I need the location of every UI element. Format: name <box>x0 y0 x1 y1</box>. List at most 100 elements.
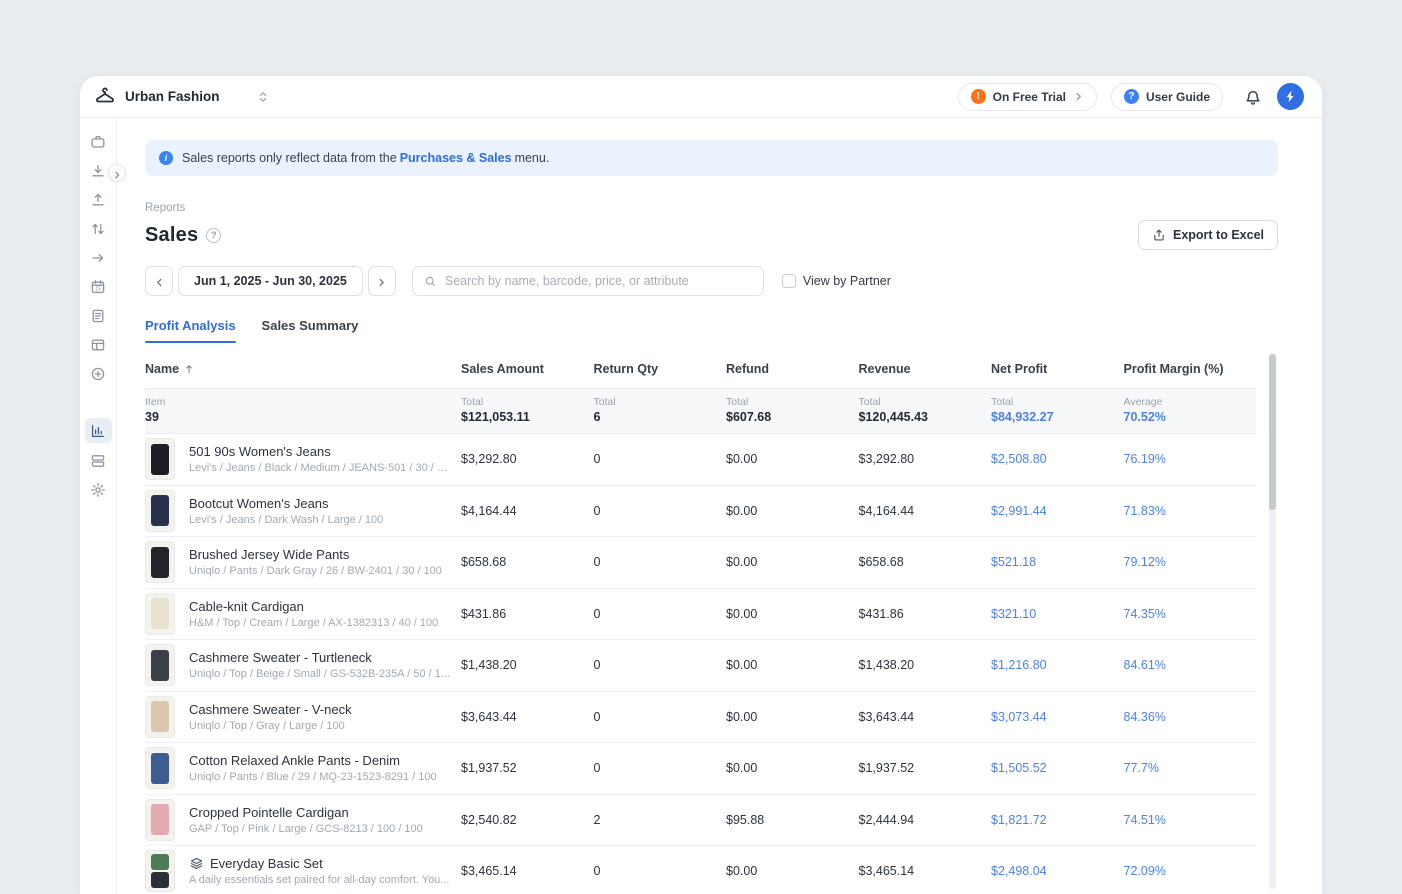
free-trial-badge[interactable]: ! On Free Trial <box>958 83 1097 111</box>
tab-sales-summary[interactable]: Sales Summary <box>262 318 359 343</box>
product-thumbnail <box>145 696 175 738</box>
column-header-net-profit[interactable]: Net Profit <box>991 362 1124 376</box>
chevron-left-icon <box>154 276 165 287</box>
cell-refund: $0.00 <box>726 504 859 518</box>
cell-refund: $0.00 <box>726 452 859 466</box>
notifications-bell-icon[interactable] <box>1243 87 1263 107</box>
bundle-icon <box>189 856 204 871</box>
app-logo-icon <box>94 86 116 108</box>
date-next-button[interactable] <box>368 266 396 296</box>
product-cell: Everyday Basic SetA daily essentials set… <box>145 850 461 892</box>
sidebar-item-table[interactable] <box>86 334 110 356</box>
transfer-icon <box>90 221 106 237</box>
table-header: NameSales AmountReturn QtyRefundRevenueN… <box>145 351 1256 389</box>
cell-return-qty: 0 <box>594 761 727 775</box>
product-thumbnail <box>145 438 175 480</box>
rows-icon <box>90 453 106 469</box>
table-row[interactable]: Everyday Basic SetA daily essentials set… <box>145 846 1256 894</box>
cell-return-qty: 0 <box>594 658 727 672</box>
sidebar-item-calendar[interactable]: 15 <box>86 276 110 298</box>
cell-sales-amount: $1,937.52 <box>461 761 594 775</box>
sidebar-item-document[interactable] <box>86 305 110 327</box>
sidebar-expand-button[interactable] <box>108 164 126 182</box>
cell-net-profit: $1,216.80 <box>991 658 1124 672</box>
summary-cell: Total$121,053.11 <box>461 396 594 424</box>
product-name: Brushed Jersey Wide Pants <box>189 547 349 562</box>
date-prev-button[interactable] <box>145 266 173 296</box>
cell-profit-margin: 84.36% <box>1124 710 1257 724</box>
product-cell: Cable-knit CardiganH&M / Top / Cream / L… <box>145 593 461 635</box>
table-row[interactable]: Cashmere Sweater - TurtleneckUniqlo / To… <box>145 640 1256 692</box>
summary-cell: Total6 <box>594 396 727 424</box>
product-subtitle: H&M / Top / Cream / Large / AX-1382313 /… <box>189 617 438 629</box>
user-guide-label: User Guide <box>1146 90 1210 104</box>
sidebar-item-upload[interactable] <box>86 189 110 211</box>
sidebar-item-briefcase[interactable] <box>86 131 110 153</box>
column-header-name[interactable]: Name <box>145 362 461 376</box>
column-header-return-qty[interactable]: Return Qty <box>594 362 727 376</box>
export-to-excel-button[interactable]: Export to Excel <box>1138 220 1278 250</box>
date-range-picker[interactable]: Jun 1, 2025 - Jun 30, 2025 <box>178 266 363 296</box>
sidebar-item-bar-chart[interactable] <box>85 418 112 443</box>
cell-return-qty: 2 <box>594 813 727 827</box>
app-window: Urban Fashion ! On Free Trial ? User Gui… <box>80 76 1322 894</box>
cell-profit-margin: 74.51% <box>1124 813 1257 827</box>
product-subtitle: GAP / Top / Pink / Large / GCS-8213 / 10… <box>189 823 423 835</box>
cell-net-profit: $1,821.72 <box>991 813 1124 827</box>
sidebar-item-gear[interactable] <box>86 479 110 501</box>
search-input[interactable] <box>445 274 752 288</box>
cell-net-profit: $2,508.80 <box>991 452 1124 466</box>
cell-return-qty: 0 <box>594 504 727 518</box>
cell-revenue: $4,164.44 <box>859 504 992 518</box>
table-row[interactable]: Cashmere Sweater - V-neckUniqlo / Top / … <box>145 692 1256 744</box>
column-header-revenue[interactable]: Revenue <box>859 362 992 376</box>
sidebar-item-transfer[interactable] <box>86 218 110 240</box>
help-icon[interactable]: ? <box>206 228 221 243</box>
cell-refund: $0.00 <box>726 555 859 569</box>
chevron-right-icon <box>112 168 122 178</box>
table-row[interactable]: Cropped Pointelle CardiganGAP / Top / Pi… <box>145 795 1256 847</box>
column-header-sales-amount[interactable]: Sales Amount <box>461 362 594 376</box>
product-subtitle: Uniqlo / Top / Gray / Large / 100 <box>189 720 352 732</box>
table-row[interactable]: 501 90s Women's JeansLevi's / Jeans / Bl… <box>145 434 1256 486</box>
scrollbar-thumb[interactable] <box>1269 354 1276 510</box>
table-row[interactable]: Brushed Jersey Wide PantsUniqlo / Pants … <box>145 537 1256 589</box>
column-header-profit-margin[interactable]: Profit Margin (%) <box>1124 362 1257 376</box>
chevron-right-icon <box>376 276 387 287</box>
table-row[interactable]: Cable-knit CardiganH&M / Top / Cream / L… <box>145 589 1256 641</box>
cell-return-qty: 0 <box>594 607 727 621</box>
column-header-refund[interactable]: Refund <box>726 362 859 376</box>
sidebar-item-plus-circle[interactable] <box>86 363 110 385</box>
sort-asc-icon <box>183 363 195 375</box>
table-scrollbar[interactable] <box>1269 353 1276 889</box>
product-name: Bootcut Women's Jeans <box>189 496 329 511</box>
cell-net-profit: $1,505.52 <box>991 761 1124 775</box>
view-by-partner-toggle[interactable]: View by Partner <box>782 274 891 288</box>
product-subtitle: Uniqlo / Pants / Blue / 29 / MQ-23-1523-… <box>189 771 437 783</box>
tab-profit-analysis[interactable]: Profit Analysis <box>145 318 236 343</box>
table-body: 501 90s Women's JeansLevi's / Jeans / Bl… <box>145 434 1256 894</box>
table-row[interactable]: Bootcut Women's JeansLevi's / Jeans / Da… <box>145 486 1256 538</box>
cell-profit-margin: 74.35% <box>1124 607 1257 621</box>
breadcrumb[interactable]: Reports <box>145 202 1278 214</box>
workspace-switcher[interactable]: Urban Fashion <box>94 86 270 108</box>
cell-sales-amount: $431.86 <box>461 607 594 621</box>
app-badge-icon[interactable] <box>1277 83 1304 110</box>
plus-circle-icon <box>90 366 106 382</box>
sidebar-item-arrow-right[interactable] <box>86 247 110 269</box>
cell-profit-margin: 76.19% <box>1124 452 1257 466</box>
cell-net-profit: $2,498.04 <box>991 864 1124 878</box>
user-guide-button[interactable]: ? User Guide <box>1111 83 1223 111</box>
sidebar-item-rows[interactable] <box>86 450 110 472</box>
cell-revenue: $431.86 <box>859 607 992 621</box>
alert-icon: ! <box>971 89 986 104</box>
gear-icon <box>90 482 106 498</box>
product-name: Everyday Basic Set <box>210 856 323 871</box>
sidebar-item-download[interactable] <box>86 160 110 182</box>
table-row[interactable]: Cotton Relaxed Ankle Pants - DenimUniqlo… <box>145 743 1256 795</box>
partner-checkbox[interactable] <box>782 274 796 288</box>
purchases-sales-link[interactable]: Purchases & Sales <box>400 151 512 165</box>
svg-text:15: 15 <box>95 287 101 293</box>
summary-cell: Total$120,445.43 <box>859 396 992 424</box>
partner-label: View by Partner <box>803 274 891 288</box>
